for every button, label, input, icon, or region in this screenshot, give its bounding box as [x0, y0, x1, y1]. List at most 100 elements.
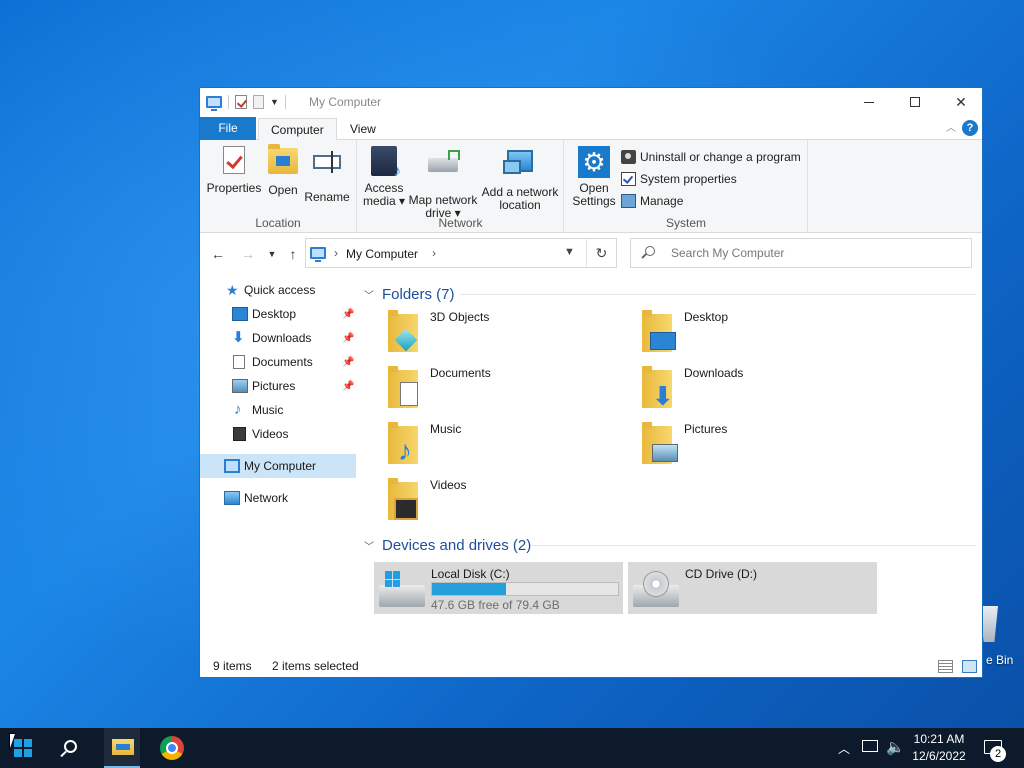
taskbar-clock[interactable]: 10:21 AM 12/6/2022 — [904, 731, 974, 765]
folder-tile-downloads[interactable]: ⬇ Downloads — [638, 360, 878, 412]
close-button[interactable]: ✕ — [938, 88, 984, 116]
search-icon[interactable] — [64, 740, 77, 753]
refresh-icon[interactable]: ↻ — [586, 239, 616, 267]
folder-tile-3d-objects[interactable]: 3D Objects — [384, 304, 624, 356]
drives-group-header[interactable]: ﹀ Devices and drives (2) — [364, 535, 531, 555]
folders-group-header[interactable]: ﹀ Folders (7) — [364, 284, 455, 304]
group-label-location: Location — [255, 216, 301, 230]
open-folder-icon — [268, 144, 298, 174]
ribbon-group-network: Access media ▾ Map network drive ▾ Add a… — [358, 140, 564, 233]
uninstall-program-button[interactable]: Uninstall or change a program — [621, 147, 801, 167]
rename-label: Rename — [304, 190, 350, 204]
downloads-arrow-icon: ⬇ — [232, 329, 245, 346]
nav-item-downloads[interactable]: ⬇ Downloads 📌 — [200, 326, 356, 350]
system-properties-label: System properties — [640, 172, 737, 186]
nav-item-desktop[interactable]: Desktop 📌 — [200, 302, 356, 326]
folder-tile-music[interactable]: ♪ Music — [384, 416, 624, 468]
address-history-chevron-icon[interactable]: ▼ — [564, 246, 575, 258]
selection-count: 2 items selected — [272, 659, 359, 673]
documents-folder-icon — [384, 364, 420, 408]
nav-item-pictures[interactable]: Pictures 📌 — [200, 374, 356, 398]
properties-quick-icon[interactable] — [235, 95, 247, 109]
pin-icon[interactable]: 📌 — [342, 357, 354, 368]
maximize-button[interactable] — [892, 88, 938, 116]
drive-tile-local-disk-c[interactable]: Local Disk (C:) 47.6 GB free of 79.4 GB — [374, 562, 623, 614]
desktop-folder-icon — [638, 308, 676, 352]
tiles-view-icon[interactable] — [962, 660, 977, 673]
folder-name: Desktop — [684, 310, 729, 324]
pin-icon[interactable]: 📌 — [342, 333, 354, 344]
nav-item-videos[interactable]: Videos — [200, 422, 356, 446]
system-properties-button[interactable]: System properties — [621, 169, 737, 189]
file-explorer-taskbar-button[interactable] — [104, 728, 140, 768]
pin-icon[interactable]: 📌 — [342, 381, 354, 392]
nav-item-music[interactable]: ♪ Music — [200, 398, 356, 422]
open-button[interactable]: Open — [264, 144, 302, 197]
back-arrow-icon[interactable]: ← — [210, 246, 226, 262]
downloads-folder-icon: ⬇ — [638, 364, 674, 409]
minimize-button[interactable] — [846, 88, 892, 116]
music-note-icon: ♪ — [234, 401, 242, 418]
collapse-chevron-icon[interactable]: ﹀ — [364, 287, 374, 302]
customize-toolbar-chevron-icon[interactable]: ▼ — [270, 97, 279, 107]
chrome-icon[interactable] — [160, 736, 184, 760]
folder-tile-videos[interactable]: Videos — [384, 472, 624, 524]
search-box[interactable]: Search My Computer — [630, 238, 972, 268]
access-media-label-2: media ▾ — [362, 194, 406, 208]
up-arrow-icon[interactable]: ↑ — [285, 246, 301, 262]
music-folder-icon: ♪ — [384, 420, 420, 465]
collapse-ribbon-chevron-icon[interactable]: ︿ — [946, 119, 956, 134]
notification-badge: 2 — [990, 746, 1006, 762]
media-server-icon — [371, 146, 401, 178]
forward-arrow-icon[interactable]: → — [240, 246, 256, 262]
network-location-icon — [503, 150, 533, 174]
nav-label: Quick access — [244, 283, 316, 297]
breadcrumb-my-computer[interactable]: My Computer — [346, 247, 418, 261]
hard-drive-icon — [379, 571, 427, 609]
group-label-system: System — [665, 216, 706, 230]
nav-item-my-computer[interactable]: My Computer — [200, 454, 356, 478]
videos-folder-icon — [384, 476, 420, 520]
folder-tile-documents[interactable]: Documents — [384, 360, 624, 412]
windows-logo-icon — [385, 571, 401, 587]
map-network-drive-button[interactable]: Map network drive ▾ — [408, 146, 478, 220]
title-bar[interactable]: ▼ My Computer ✕ — [200, 88, 982, 116]
network-status-icon[interactable] — [862, 740, 878, 752]
recent-locations-chevron-icon[interactable]: ▼ — [264, 246, 280, 262]
open-settings-button[interactable]: Open Settings — [569, 145, 619, 208]
access-media-label-1: Access — [364, 181, 404, 195]
tab-computer[interactable]: Computer — [258, 118, 337, 141]
folder-tile-desktop[interactable]: Desktop — [638, 304, 878, 356]
manage-button[interactable]: Manage — [621, 191, 683, 211]
item-count: 9 items — [213, 659, 252, 673]
add-network-location-button[interactable]: Add a network location — [480, 146, 560, 212]
new-folder-quick-icon[interactable] — [253, 95, 264, 109]
ribbon-tabs: File Computer View ︿ ? — [200, 116, 982, 141]
show-hidden-icons-chevron-icon[interactable]: ︿ — [838, 740, 850, 768]
open-settings-label-1: Open — [579, 181, 609, 195]
drive-tile-cd-drive-d[interactable]: CD Drive (D:) — [628, 562, 877, 614]
uninstall-label: Uninstall or change a program — [640, 150, 801, 164]
rename-button[interactable]: Rename — [304, 146, 350, 204]
pin-icon[interactable]: 📌 — [342, 309, 354, 320]
drive-usage-fill — [432, 583, 507, 595]
nav-label: Pictures — [252, 379, 296, 393]
help-icon[interactable]: ? — [962, 120, 978, 136]
nav-item-network[interactable]: Network — [200, 486, 356, 510]
nav-item-documents[interactable]: Documents 📌 — [200, 350, 356, 374]
start-button-windows-icon[interactable] — [14, 739, 32, 757]
access-media-button[interactable]: Access media ▾ — [362, 146, 406, 208]
tab-view[interactable]: View — [338, 118, 388, 140]
address-bar[interactable]: › My Computer › ▼ ↻ — [305, 238, 617, 268]
properties-button[interactable]: Properties — [206, 146, 262, 195]
breadcrumb-separator-icon[interactable]: › — [432, 246, 436, 260]
breadcrumb-separator-icon[interactable]: › — [334, 246, 338, 260]
nav-item-quick-access[interactable]: ★ Quick access — [200, 278, 356, 302]
details-view-icon[interactable] — [938, 660, 953, 673]
nav-label: Music — [252, 403, 284, 417]
group-label-network: Network — [438, 216, 483, 230]
volume-icon[interactable]: 🔈 — [886, 738, 905, 768]
tab-file[interactable]: File — [200, 117, 256, 140]
folder-tile-pictures[interactable]: Pictures — [638, 416, 878, 468]
collapse-chevron-icon[interactable]: ﹀ — [364, 538, 374, 553]
